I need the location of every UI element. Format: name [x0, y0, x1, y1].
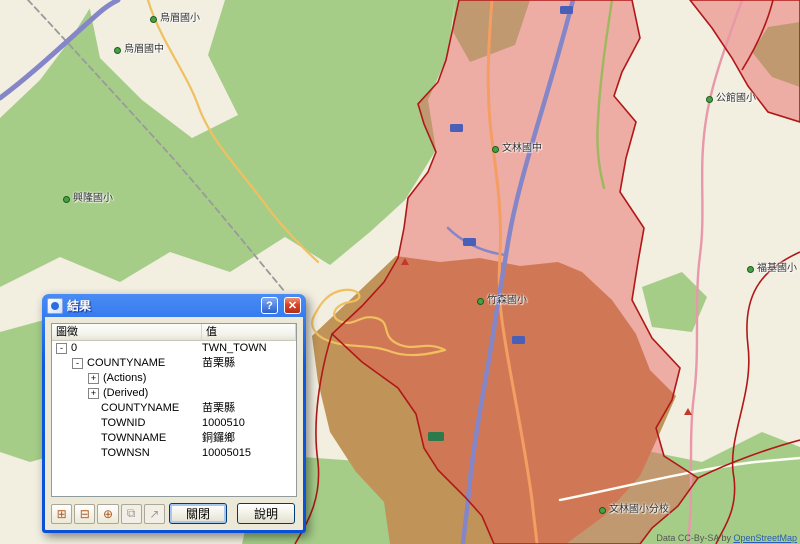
feature-value	[202, 386, 296, 401]
table-row[interactable]: TOWNSN 10005015	[52, 446, 296, 461]
dialog-body: 圖徵 值 -0 TWN_TOWN -COUNTYNAME 苗栗縣 +(Actio…	[45, 317, 303, 530]
school-marker	[63, 196, 70, 203]
feature-name: (Derived)	[103, 386, 148, 401]
feature-value: 苗栗縣	[202, 401, 296, 416]
school-marker	[150, 16, 157, 23]
results-dialog: 結果 ? ✕ 圖徵 值 -0 TWN_TOWN -COUNTYNAME 苗栗縣	[42, 294, 306, 533]
table-row[interactable]: -COUNTYNAME 苗栗縣	[52, 356, 296, 371]
table-row[interactable]: COUNTYNAME 苗栗縣	[52, 401, 296, 416]
open-form-icon[interactable]: ↗	[144, 504, 165, 524]
expand-expander-icon[interactable]: +	[88, 388, 99, 399]
school-marker	[114, 47, 121, 54]
table-header: 圖徵 值	[52, 324, 296, 341]
feature-name: TOWNID	[101, 416, 145, 431]
feature-value: 1000510	[202, 416, 296, 431]
feature-name: COUNTYNAME	[87, 356, 165, 371]
school-marker	[599, 507, 606, 514]
dialog-help-button[interactable]: ?	[261, 297, 278, 314]
table-row[interactable]: -0 TWN_TOWN	[52, 341, 296, 356]
table-row[interactable]: TOWNID 1000510	[52, 416, 296, 431]
school-marker	[706, 96, 713, 103]
collapse-expander-icon[interactable]: -	[56, 343, 67, 354]
openstreetmap-link[interactable]: OpenStreetMap	[733, 533, 797, 543]
school-label: 文林國小分校	[609, 500, 669, 515]
dialog-titlebar[interactable]: 結果 ? ✕	[45, 294, 303, 317]
table-row[interactable]: TOWNNAME 銅鑼鄉	[52, 431, 296, 446]
attribution-text: Data CC-By-SA by	[656, 533, 733, 543]
school-marker	[477, 298, 484, 305]
feature-value: 銅鑼鄉	[202, 431, 296, 446]
school-label: 興隆國小	[73, 189, 113, 204]
school-label: 文林國中	[502, 139, 542, 154]
close-button[interactable]: 關閉	[169, 503, 227, 524]
feature-value: 苗栗縣	[202, 356, 296, 371]
school-label: 公館國小	[716, 89, 756, 104]
expand-tree-icon[interactable]: ⊞	[51, 504, 72, 524]
school-marker	[747, 266, 754, 273]
column-header-feature[interactable]: 圖徵	[52, 324, 202, 341]
school-label: 烏眉國中	[124, 40, 164, 55]
map-attribution: Data CC-By-SA by OpenStreetMap	[656, 533, 797, 543]
collapse-expander-icon[interactable]: -	[72, 358, 83, 369]
gis-app-window: 烏眉國小 烏眉國中 興隆國小 文林國中 竹森國小 公館國小 福基國小 文林國小分…	[0, 0, 800, 544]
feature-value: 10005015	[202, 446, 296, 461]
dialog-footer: ⊞ ⊟ ⊕ ⧉ ↗ 關閉 說明	[51, 503, 297, 524]
school-label: 竹森國小	[487, 291, 527, 306]
table-row[interactable]: + (Derived)	[52, 386, 296, 401]
dialog-title: 結果	[67, 297, 91, 314]
feature-value	[202, 371, 296, 386]
feature-name: TOWNSN	[101, 446, 150, 461]
results-table: 圖徵 值 -0 TWN_TOWN -COUNTYNAME 苗栗縣 +(Actio…	[51, 323, 297, 497]
feature-name: COUNTYNAME	[101, 401, 179, 416]
school-marker	[492, 146, 499, 153]
table-row[interactable]: + (Actions)	[52, 371, 296, 386]
feature-name: 0	[71, 341, 77, 356]
feature-value: TWN_TOWN	[202, 341, 296, 356]
feature-name: TOWNNAME	[101, 431, 166, 446]
expand-expander-icon[interactable]: +	[88, 373, 99, 384]
collapse-tree-icon[interactable]: ⊟	[74, 504, 95, 524]
column-header-value[interactable]: 值	[202, 324, 296, 341]
feature-name: (Actions)	[103, 371, 146, 386]
dialog-close-button[interactable]: ✕	[284, 297, 301, 314]
identify-icon	[47, 298, 63, 314]
school-label: 烏眉國小	[160, 9, 200, 24]
copy-feature-icon[interactable]: ⧉	[121, 504, 142, 524]
school-label: 福基國小	[757, 259, 797, 274]
expand-all-icon[interactable]: ⊕	[97, 504, 118, 524]
help-button[interactable]: 說明	[237, 503, 295, 524]
